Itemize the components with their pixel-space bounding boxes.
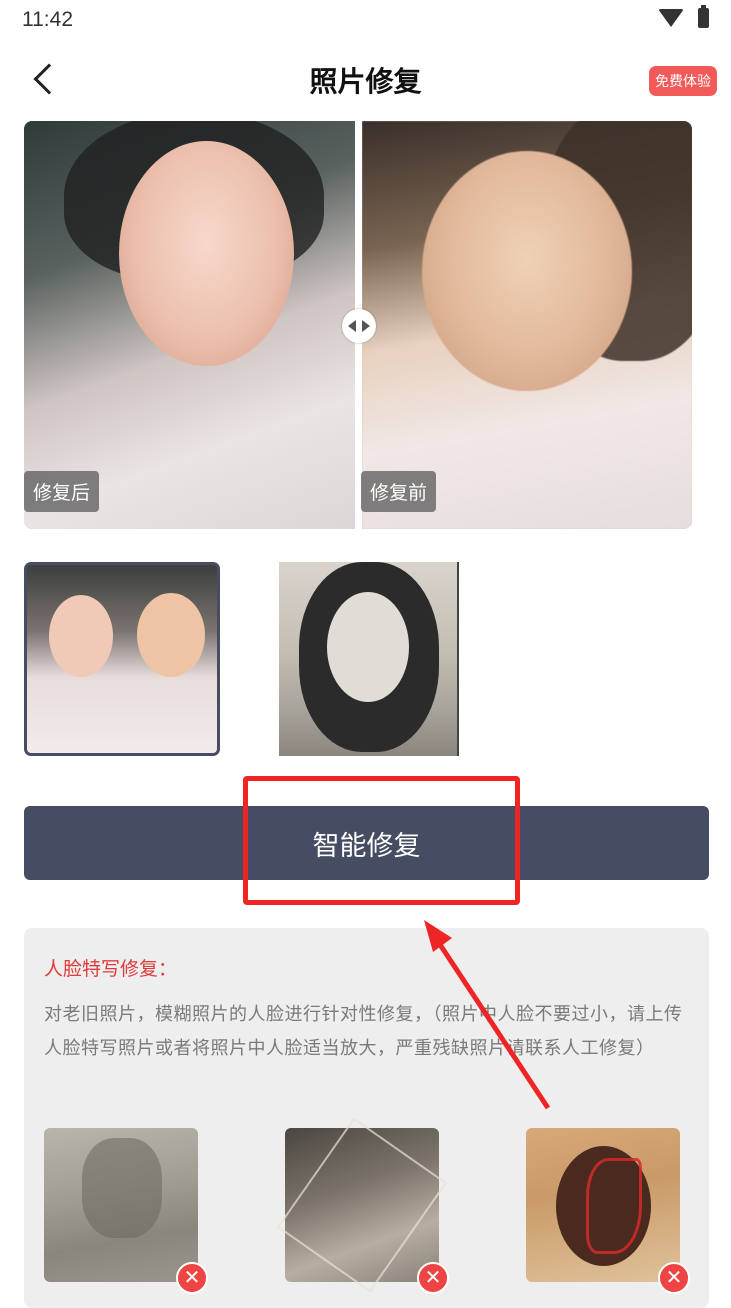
before-image: [362, 121, 692, 529]
thumb-face-left: [49, 595, 113, 677]
info-heading: 人脸特写修复：: [44, 958, 178, 980]
example-image-scribbled: [526, 1128, 680, 1282]
before-label: 修复前: [361, 471, 437, 512]
example-image-cracked: [276, 1117, 448, 1293]
after-label: 修复后: [24, 471, 100, 512]
before-after-comparison[interactable]: 修复后 修复前: [24, 121, 692, 529]
face-repair-info-panel: 人脸特写修复： 对老旧照片，模糊照片的人脸进行针对性修复，（照片中人脸不要过小，…: [24, 928, 709, 1308]
page-title: 照片修复: [309, 65, 422, 98]
thumb-face-right: [137, 593, 205, 677]
sample-thumbnail[interactable]: [279, 562, 459, 756]
not-recommended-icon: ✕: [176, 1262, 208, 1294]
wifi-icon: [658, 9, 684, 27]
status-time: 11:42: [22, 8, 73, 31]
status-icons: [658, 5, 709, 28]
before-image-face: [422, 151, 632, 391]
red-scribble: [586, 1158, 642, 1254]
slider-handle-icon[interactable]: [342, 309, 376, 343]
after-image-face: [119, 141, 294, 366]
thumb-face: [327, 592, 409, 702]
faded-figure: [82, 1138, 162, 1238]
not-recommended-icon: ✕: [417, 1262, 449, 1294]
info-description: 对老旧照片，模糊照片的人脸进行针对性修复，（照片中人脸不要过小，请上传人脸特写照…: [44, 1004, 683, 1059]
sample-thumbnail-selected[interactable]: [24, 562, 220, 756]
free-trial-badge[interactable]: 免费体验: [649, 66, 717, 96]
not-recommended-icon: ✕: [658, 1262, 690, 1294]
battery-icon: [698, 5, 709, 28]
highlight-annotation-box: [243, 776, 520, 905]
after-image: [24, 121, 355, 529]
app-header: 照片修复 免费体验: [0, 50, 731, 114]
status-bar: 11:42: [0, 0, 731, 44]
example-image-faded: [44, 1128, 198, 1282]
